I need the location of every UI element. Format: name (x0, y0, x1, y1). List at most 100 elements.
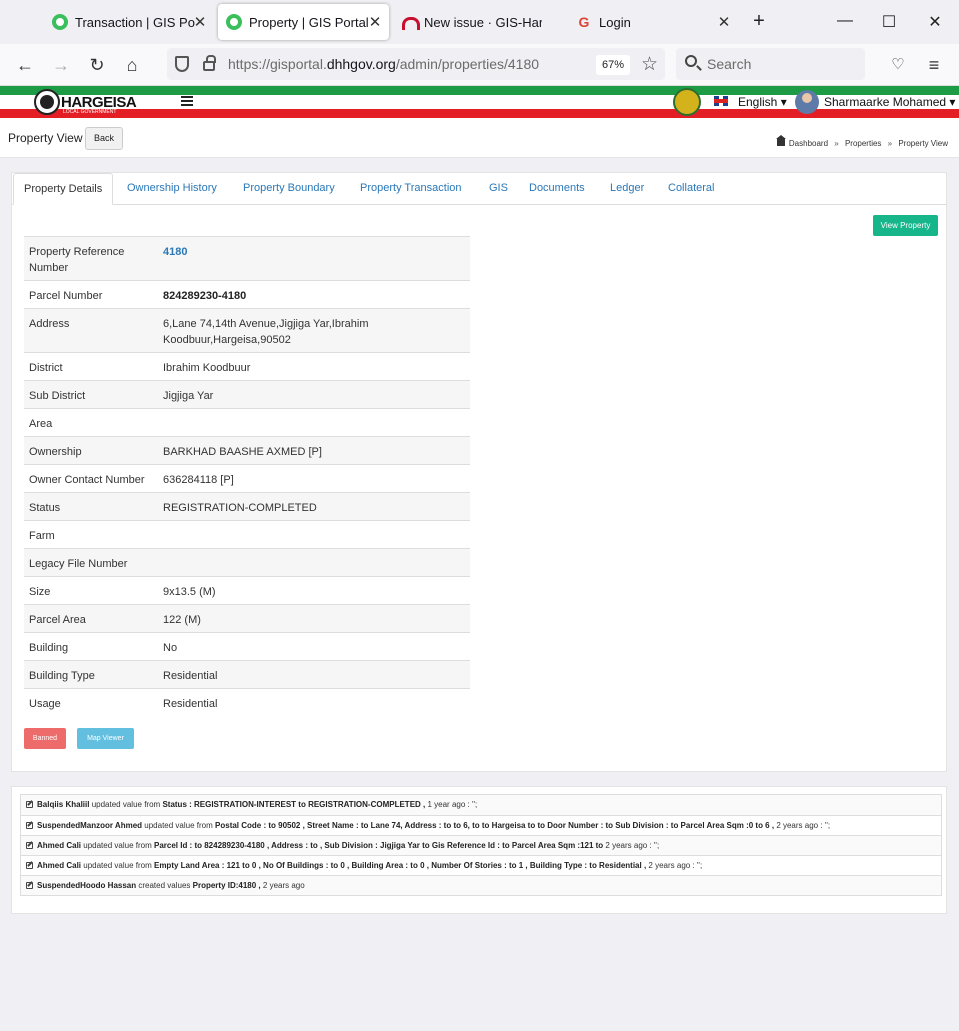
avatar[interactable] (795, 90, 819, 114)
detail-value: REGISTRATION-COMPLETED (163, 502, 317, 514)
detail-label: Address (29, 318, 70, 330)
detail-value: 122 (M) (163, 614, 201, 626)
detail-value: Ibrahim Koodbuur (163, 362, 251, 374)
zoom-level-badge[interactable]: 67% (596, 55, 630, 75)
detail-row: Ownership BARKHAD BAASHE AXMED [P] (24, 436, 470, 464)
list-item: Ahmed Cali updated value from Empty Land… (21, 855, 941, 875)
url-text[interactable]: https://gisportal.dhhgov.org/admin/prope… (228, 56, 539, 72)
detail-label: District (29, 362, 63, 374)
detail-label: Area (29, 418, 53, 430)
detail-value: 824289230-4180 (163, 290, 247, 302)
detail-row: Address 6,Lane 74,14th Avenue,Jigjiga Yar… (24, 308, 470, 352)
list-item: Ahmed Cali updated value from Parcel Id … (21, 835, 941, 855)
edit-icon (26, 801, 33, 808)
close-window-icon[interactable]: ✕ (925, 12, 945, 32)
browser-tab-active[interactable]: Property | GIS Portal ✕ (218, 4, 389, 40)
map-viewer-button[interactable]: Map Viewer (77, 728, 134, 749)
detail-row: District Ibrahim Koodbuur (24, 352, 470, 380)
detail-label: Farm (29, 530, 55, 542)
breadcrumb-dashboard[interactable]: Dashboard (789, 139, 828, 148)
detail-row: Legacy File Number (24, 548, 470, 576)
detail-row: Parcel Number 824289230-4180 (24, 280, 470, 308)
activity-log-list: Balqiis Khaliil updated value from Statu… (20, 794, 942, 896)
breadcrumb-properties[interactable]: Properties (845, 139, 881, 148)
breadcrumb-property-view: Property View (898, 139, 948, 148)
browser-toolbar: ← → ↻ ⌂ https://gisportal.dhhgov.org/adm… (0, 44, 959, 86)
detail-value: Residential (163, 698, 218, 710)
edit-icon (26, 862, 33, 869)
gis-favicon-icon (226, 14, 242, 30)
breadcrumb-separator: » (887, 139, 893, 148)
detail-value: No (163, 642, 178, 654)
close-tab-icon[interactable]: ✕ (192, 13, 208, 31)
back-button[interactable]: Back (85, 127, 123, 150)
browser-tab[interactable]: New issue · GIS-Hargeisa (393, 4, 563, 40)
property-details-table: Property Reference Number 4180 Parcel Num… (24, 236, 470, 716)
new-tab-icon[interactable]: + (749, 10, 769, 33)
detail-label: Building Type (29, 670, 95, 682)
tab-property-boundary[interactable]: Property Boundary (243, 173, 335, 205)
breadcrumb-separator: » (834, 139, 839, 148)
page-title: Property View (8, 131, 83, 145)
detail-label: Building (29, 642, 69, 654)
detail-value: BARKHAD BAASHE AXMED [P] (163, 446, 322, 458)
list-item: SuspendedManzoor Ahmed updated value fro… (21, 815, 941, 835)
tab-ledger[interactable]: Ledger (610, 173, 644, 205)
detail-row: Owner Contact Number 636284118 [P] (24, 464, 470, 492)
tab-property-details[interactable]: Property Details (13, 173, 114, 205)
browser-tab[interactable]: G Login ✕ (568, 4, 738, 40)
home-icon[interactable]: ⌂ (121, 54, 143, 76)
tab-documents[interactable]: Documents (529, 173, 585, 205)
property-details-card: Property Details Ownership History Prope… (11, 172, 947, 772)
browser-tab-label: Property | GIS Portal (249, 14, 369, 30)
logo-icon[interactable] (34, 89, 60, 115)
edit-icon (26, 882, 33, 889)
activity-log-card: Balqiis Khaliil updated value from Statu… (11, 786, 947, 914)
bookmark-star-icon[interactable]: ☆ (641, 53, 658, 76)
detail-label: Status (29, 502, 61, 514)
tab-property-transaction[interactable]: Property Transaction (360, 173, 462, 205)
home-icon (775, 135, 786, 146)
detail-row: Size 9x13.5 (M) (24, 576, 470, 604)
minimize-icon[interactable]: — (835, 12, 855, 30)
browser-tab-label: New issue · GIS-Hargeisa (424, 14, 542, 30)
lock-icon[interactable] (203, 55, 216, 71)
detail-label: Parcel Area (29, 614, 86, 626)
maximize-icon[interactable]: ☐ (879, 12, 899, 32)
close-tab-icon[interactable]: ✕ (367, 13, 383, 31)
close-tab-icon[interactable]: ✕ (716, 13, 732, 31)
list-item: SuspendedHoodo Hassan created values Pro… (21, 875, 941, 895)
tab-gis[interactable]: GIS (489, 173, 508, 205)
detail-label: Usage (29, 698, 61, 710)
detail-row: Farm (24, 520, 470, 548)
search-input[interactable]: Search (676, 48, 865, 80)
detail-row: Status REGISTRATION-COMPLETED (24, 492, 470, 520)
tab-collateral[interactable]: Collateral (668, 173, 714, 205)
address-bar[interactable]: https://gisportal.dhhgov.org/admin/prope… (167, 48, 665, 80)
detail-value: 6,Lane 74,14th Avenue,Jigjiga Yar,Ibrahi… (163, 318, 369, 346)
detail-row: Property Reference Number 4180 (24, 236, 470, 280)
forward-arrow-icon[interactable]: → (50, 54, 72, 76)
detail-row: Area (24, 408, 470, 436)
reload-icon[interactable]: ↻ (86, 54, 108, 76)
detail-row: Building Type Residential (24, 660, 470, 688)
detail-row: Usage Residential (24, 688, 470, 716)
language-dropdown[interactable]: English ▾ (738, 95, 787, 109)
browser-tab[interactable]: Transaction | GIS Portal ✕ (44, 4, 214, 40)
back-arrow-icon[interactable]: ← (14, 54, 36, 76)
banned-button[interactable]: Banned (24, 728, 66, 749)
user-dropdown[interactable]: Sharmaarke Mohamed ▾ (824, 95, 955, 109)
hamburger-menu-icon[interactable] (181, 96, 193, 106)
tab-ownership-history[interactable]: Ownership History (127, 173, 217, 205)
detail-label: Parcel Number (29, 290, 103, 302)
view-property-button[interactable]: View Property (873, 215, 938, 236)
uk-flag-icon[interactable] (714, 96, 728, 106)
detail-value-link[interactable]: 4180 (163, 244, 463, 260)
detail-row: Sub District Jigjiga Yar (24, 380, 470, 408)
menu-icon[interactable]: ≡ (923, 54, 945, 76)
edit-icon (26, 842, 33, 849)
pocket-icon[interactable]: ♡ (887, 54, 909, 76)
gis-favicon-icon (52, 14, 68, 30)
detail-value: Residential (163, 670, 218, 682)
shield-icon[interactable] (175, 56, 189, 72)
